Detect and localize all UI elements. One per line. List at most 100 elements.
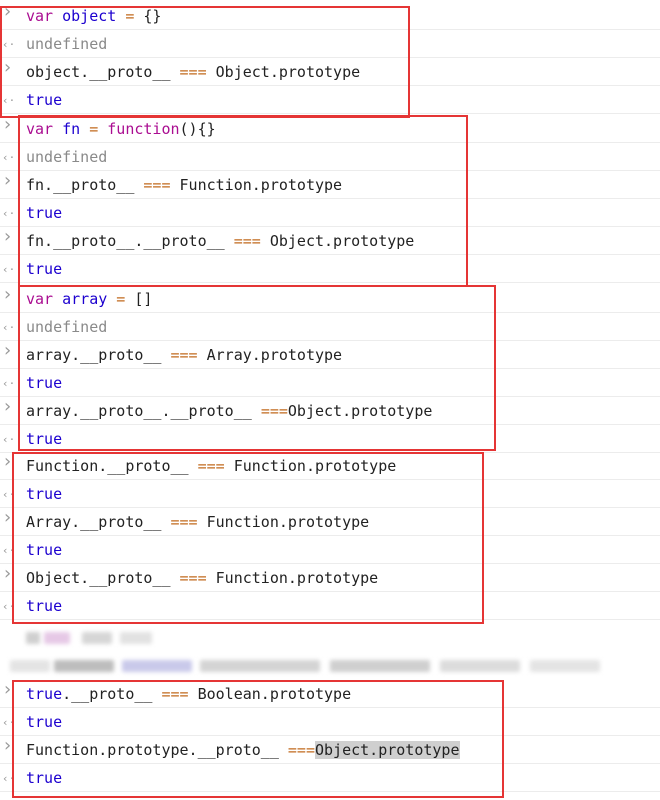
code-token: = (107, 290, 135, 308)
return-arrow-icon: ‹· (2, 321, 16, 334)
code-token: === (197, 457, 225, 475)
console-input-text: var fn = function(){} (26, 118, 216, 140)
redacted-block (440, 660, 520, 672)
code-token: Object.__proto__ (26, 569, 180, 587)
console-result-text: undefined (26, 33, 107, 55)
console-output-line[interactable]: ‹· true (0, 369, 660, 397)
return-arrow-icon: ‹· (2, 716, 16, 729)
console-output-line[interactable]: ‹· true (0, 199, 660, 227)
console-input-line[interactable]: › fn.__proto__.__proto__ === Object.proto… (0, 227, 660, 255)
code-token: array.__proto__.__proto__ (26, 402, 261, 420)
code-token: fn.__proto__.__proto__ (26, 232, 234, 250)
code-token: Object.prototype (260, 232, 415, 250)
chevron-right-icon: › (2, 340, 13, 361)
code-token: Array.prototype (197, 346, 343, 364)
code-token: Array.__proto__ (26, 513, 171, 531)
code-token: var (26, 120, 63, 138)
chevron-right-icon: › (2, 114, 13, 135)
return-arrow-icon: ‹· (2, 772, 16, 785)
console-output-line[interactable]: ‹· true (0, 425, 660, 453)
code-token: === (260, 402, 288, 420)
console-input-text: object.__proto__ === Object.prototype (26, 61, 360, 83)
code-token: Function.__proto__ (26, 457, 198, 475)
console-input-line[interactable]: › Object.__proto__ === Function.prototype (0, 564, 660, 592)
console-input-line[interactable]: › Function.__proto__ === Function.prototy… (0, 452, 660, 480)
console-input-line[interactable]: › var fn = function(){} (0, 115, 660, 143)
code-token: .__proto__ (62, 685, 162, 703)
console-input-line[interactable]: › var object = {} (0, 2, 660, 30)
console-input-line[interactable]: › object.__proto__ === Object.prototype (0, 58, 660, 86)
console-output-line[interactable]: ‹· true (0, 480, 660, 508)
console-result-text: true (26, 767, 62, 789)
code-token: true (26, 713, 63, 731)
return-arrow-icon: ‹· (2, 488, 16, 501)
code-token: true (26, 430, 63, 448)
code-token: === (170, 513, 198, 531)
code-token: var (26, 7, 63, 25)
console-input-text: fn.__proto__.__proto__ === Object.protot… (26, 230, 414, 252)
code-token: (){} (179, 120, 216, 138)
console-input-line[interactable]: › Function.prototype.__proto__ ===Object.… (0, 736, 660, 764)
chevron-right-icon: › (2, 57, 13, 78)
chevron-right-icon: › (2, 170, 13, 191)
redacted-block (10, 660, 50, 672)
code-token: === (170, 346, 198, 364)
console-input-line[interactable]: › array.__proto__.__proto__ ===Object.pro… (0, 397, 660, 425)
code-token: true (26, 91, 63, 109)
return-arrow-icon: ‹· (2, 94, 16, 107)
console-output-line[interactable]: ‹· undefined (0, 30, 660, 58)
redacted-block (82, 632, 112, 644)
code-token: {} (143, 7, 162, 25)
console-output-line[interactable]: ‹· true (0, 86, 660, 114)
code-token: true (26, 597, 63, 615)
console-input-line[interactable]: › var array = [] (0, 285, 660, 313)
return-arrow-icon: ‹· (2, 151, 16, 164)
console-input-text: Function.__proto__ === Function.prototyp… (26, 455, 396, 477)
console-output-line[interactable]: ‹· true (0, 592, 660, 620)
console-result-text: undefined (26, 316, 107, 338)
code-token: [] (134, 290, 153, 308)
console-input-text: var array = [] (26, 288, 152, 310)
code-token: Function.prototype.__proto__ (26, 741, 288, 759)
code-token: true (26, 685, 63, 703)
console-input-line[interactable]: › array.__proto__ === Array.prototype (0, 341, 660, 369)
console-input-line[interactable]: › Array.__proto__ === Function.prototype (0, 508, 660, 536)
console-input-line[interactable]: › true.__proto__ === Boolean.prototype (0, 680, 660, 708)
console-input-line[interactable]: › fn.__proto__ === Function.prototype (0, 171, 660, 199)
return-arrow-icon: ‹· (2, 38, 16, 51)
console-result-text: true (26, 202, 62, 224)
console-result-text: true (26, 539, 62, 561)
code-token: === (179, 569, 207, 587)
console-result-text: true (26, 483, 62, 505)
chevron-right-icon: › (2, 1, 13, 22)
console-output-line[interactable]: ‹· undefined (0, 313, 660, 341)
code-token: Object.prototype (287, 402, 433, 420)
return-arrow-icon: ‹· (2, 377, 16, 390)
code-token: object (62, 7, 117, 25)
code-token: object.__proto__ (26, 63, 180, 81)
code-token: fn (62, 120, 81, 138)
console-output-line[interactable]: ‹· true (0, 536, 660, 564)
console-result-text: true (26, 89, 62, 111)
redacted-block (120, 632, 152, 644)
console-output-line[interactable]: ‹· true (0, 255, 660, 283)
code-token: Function.prototype (206, 569, 379, 587)
chevron-right-icon: › (2, 735, 13, 756)
console-input-text: true.__proto__ === Boolean.prototype (26, 683, 351, 705)
code-token: fn.__proto__ (26, 176, 144, 194)
redacted-block (26, 632, 40, 644)
console-output-line[interactable]: ‹· undefined (0, 143, 660, 171)
code-token: === (179, 63, 207, 81)
return-arrow-icon: ‹· (2, 544, 16, 557)
console-output-line[interactable]: ‹· true (0, 764, 660, 792)
console-output-line[interactable]: ‹· true (0, 708, 660, 736)
console-result-text: undefined (26, 146, 107, 168)
code-token: undefined (26, 318, 108, 336)
chevron-right-icon: › (2, 679, 13, 700)
chevron-right-icon: › (2, 284, 13, 305)
console-input-text: array.__proto__ === Array.prototype (26, 344, 342, 366)
code-token: array (62, 290, 108, 308)
return-arrow-icon: ‹· (2, 263, 16, 276)
code-token: = (116, 7, 144, 25)
chevron-right-icon: › (2, 563, 13, 584)
